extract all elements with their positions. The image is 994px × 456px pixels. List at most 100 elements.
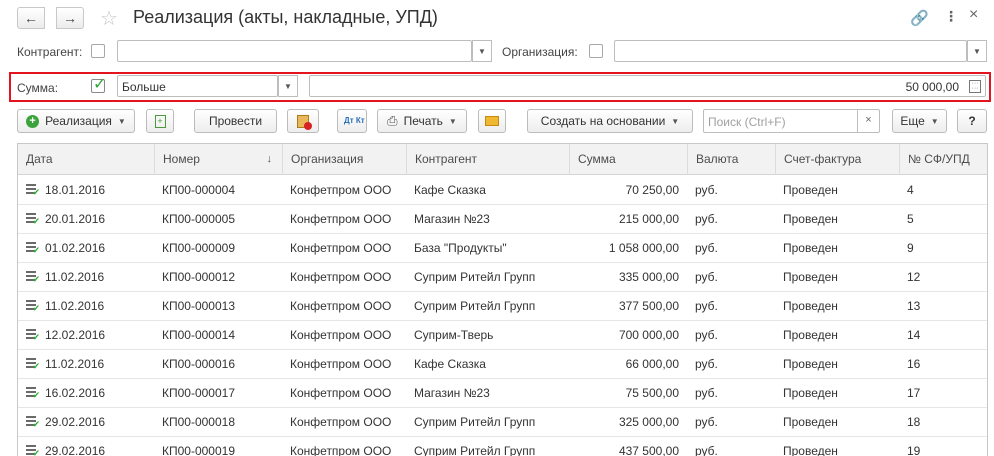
table-row[interactable]: ✔ 20.01.2016 КП00-000005 Конфетпром ООО Мага… — [18, 205, 987, 234]
clear-search-icon[interactable]: × — [857, 110, 879, 132]
close-icon[interactable]: × — [969, 6, 978, 24]
favorite-star-icon[interactable]: ☆ — [100, 6, 118, 31]
sum-label: Сумма: — [17, 81, 59, 95]
counterparty-dropdown-button[interactable]: ▼ — [472, 40, 492, 62]
organization-label: Организация: — [502, 45, 578, 59]
cell-organization: Конфетпром ООО — [290, 270, 392, 284]
posted-document-icon: ✔ — [26, 358, 40, 371]
cell-date: ✔ 18.01.2016 — [18, 176, 154, 205]
cell-counterparty: Суприм Ритейл Групп — [414, 299, 536, 313]
counterparty-filter-checkbox[interactable] — [91, 44, 105, 58]
table-row[interactable]: ✔ 18.01.2016 КП00-000004 Конфетпром ООО Кафе… — [18, 176, 987, 205]
cell-currency: руб. — [695, 183, 718, 197]
cell-sum: 75 500,00 — [625, 386, 679, 400]
cell-number: КП00-000004 — [162, 183, 236, 197]
cell-date: ✔ 20.01.2016 — [18, 205, 154, 234]
organization-dropdown-button[interactable]: ▼ — [967, 40, 987, 62]
cell-sum: 437 500,00 — [618, 444, 679, 456]
cell-date: ✔ 11.02.2016 — [18, 350, 154, 379]
link-icon[interactable]: 🔗 — [910, 9, 929, 27]
column-header-sum[interactable]: Сумма — [569, 144, 687, 175]
cell-date: ✔ 29.02.2016 — [18, 437, 154, 456]
cell-counterparty: Суприм-Тверь — [414, 328, 494, 342]
more-button[interactable]: Еще ▼ — [892, 109, 947, 133]
page-title: Реализация (акты, накладные, УПД) — [133, 7, 438, 27]
cell-currency: руб. — [695, 212, 718, 226]
cell-sum: 66 000,00 — [625, 357, 679, 371]
sum-condition-field[interactable]: Больше — [117, 75, 278, 97]
column-header-counterparty[interactable]: Контрагент — [406, 144, 569, 175]
cell-sum: 215 000,00 — [618, 212, 679, 226]
cell-number: КП00-000009 — [162, 241, 236, 255]
cell-currency: руб. — [695, 357, 718, 371]
cell-invoice-number: 12 — [907, 270, 921, 284]
cell-sum: 377 500,00 — [618, 299, 679, 313]
cell-counterparty: Магазин №23 — [414, 212, 490, 226]
table-row[interactable]: ✔ 29.02.2016 КП00-000019 Конфетпром ООО Супр… — [18, 437, 987, 456]
post-button[interactable]: Провести — [194, 109, 277, 133]
arrow-right-icon: → — [63, 10, 77, 26]
sum-value-field[interactable]: 50 000,00 ··· ··· — [309, 75, 986, 97]
posted-document-icon: ✔ — [26, 271, 40, 284]
copy-button[interactable]: + — [146, 109, 174, 133]
cell-invoice-number: 9 — [907, 241, 914, 255]
envelope-icon — [485, 116, 499, 126]
table-row[interactable]: ✔ 01.02.2016 КП00-000009 Конфетпром ООО База… — [18, 234, 987, 263]
column-header-number[interactable]: Номер ↓ — [154, 144, 282, 175]
cell-counterparty: Суприм Ритейл Групп — [414, 444, 536, 456]
column-header-invoice[interactable]: Счет-фактура — [775, 144, 899, 175]
sum-condition-dropdown-button[interactable]: ▼ — [278, 75, 298, 97]
title-bar: ← → ☆ Реализация (акты, накладные, УПД) … — [0, 0, 994, 36]
create-based-on-button[interactable]: Создать на основании ▼ — [527, 109, 693, 133]
organization-field[interactable] — [614, 40, 967, 62]
chevron-down-icon: ▼ — [478, 46, 486, 56]
chevron-down-icon: ▼ — [930, 116, 939, 126]
counterparty-label: Контрагент: — [17, 45, 83, 59]
chevron-down-icon: ▼ — [117, 116, 126, 126]
cell-invoice-number: 19 — [907, 444, 921, 456]
cell-invoice-number: 18 — [907, 415, 921, 429]
column-header-date[interactable]: Дата — [18, 144, 154, 175]
cell-organization: Конфетпром ООО — [290, 183, 392, 197]
table-row[interactable]: ✔ 11.02.2016 КП00-000013 Конфетпром ООО Супр… — [18, 292, 987, 321]
cell-sum: 70 250,00 — [625, 183, 679, 197]
organization-filter-checkbox[interactable] — [589, 44, 603, 58]
cell-invoice-number: 4 — [907, 183, 914, 197]
table-row[interactable]: ✔ 29.02.2016 КП00-000018 Конфетпром ООО Супр… — [18, 408, 987, 437]
forward-button[interactable]: → — [56, 7, 84, 29]
send-email-button[interactable] — [478, 109, 506, 133]
table-row[interactable]: ✔ 12.02.2016 КП00-000014 Конфетпром ООО Супр… — [18, 321, 987, 350]
cell-number: КП00-000012 — [162, 270, 236, 284]
cell-organization: Конфетпром ООО — [290, 386, 392, 400]
chevron-down-icon: ▼ — [973, 46, 981, 56]
more-actions-icon[interactable]: ⋮ — [944, 8, 958, 25]
back-button[interactable]: ← — [17, 7, 45, 29]
print-button[interactable]: ⎙ Печать ▼ — [377, 109, 467, 133]
structure-of-subordination-button[interactable] — [287, 109, 319, 133]
table-row[interactable]: ✔ 16.02.2016 КП00-000017 Конфетпром ООО Мага… — [18, 379, 987, 408]
column-header-organization[interactable]: Организация — [282, 144, 406, 175]
cell-number: КП00-000017 — [162, 386, 236, 400]
cell-currency: руб. — [695, 386, 718, 400]
checkmark-icon: ✓ — [93, 76, 107, 93]
cell-invoice: Проведен — [783, 183, 838, 197]
dt-kt-button[interactable]: Дт Кт — [337, 109, 367, 133]
calculator-icon[interactable]: ··· ··· — [969, 80, 981, 93]
create-realization-button[interactable]: + Реализация ▼ — [17, 109, 135, 133]
documents-red-icon — [297, 114, 312, 130]
cell-date: ✔ 12.02.2016 — [18, 321, 154, 350]
cell-date: ✔ 11.02.2016 — [18, 292, 154, 321]
search-input[interactable]: Поиск (Ctrl+F) × — [703, 109, 880, 133]
cell-invoice: Проведен — [783, 386, 838, 400]
table-row[interactable]: ✔ 11.02.2016 КП00-000012 Конфетпром ООО Супр… — [18, 263, 987, 292]
cell-number: КП00-000018 — [162, 415, 236, 429]
counterparty-field[interactable] — [117, 40, 472, 62]
cell-currency: руб. — [695, 299, 718, 313]
chevron-down-icon: ▼ — [448, 116, 457, 126]
cell-invoice-number: 17 — [907, 386, 921, 400]
cell-currency: руб. — [695, 241, 718, 255]
column-header-invoice-number[interactable]: № СФ/УПД — [899, 144, 987, 175]
help-button[interactable]: ? — [957, 109, 987, 133]
table-row[interactable]: ✔ 11.02.2016 КП00-000016 Конфетпром ООО Кафе… — [18, 350, 987, 379]
column-header-currency[interactable]: Валюта — [687, 144, 775, 175]
